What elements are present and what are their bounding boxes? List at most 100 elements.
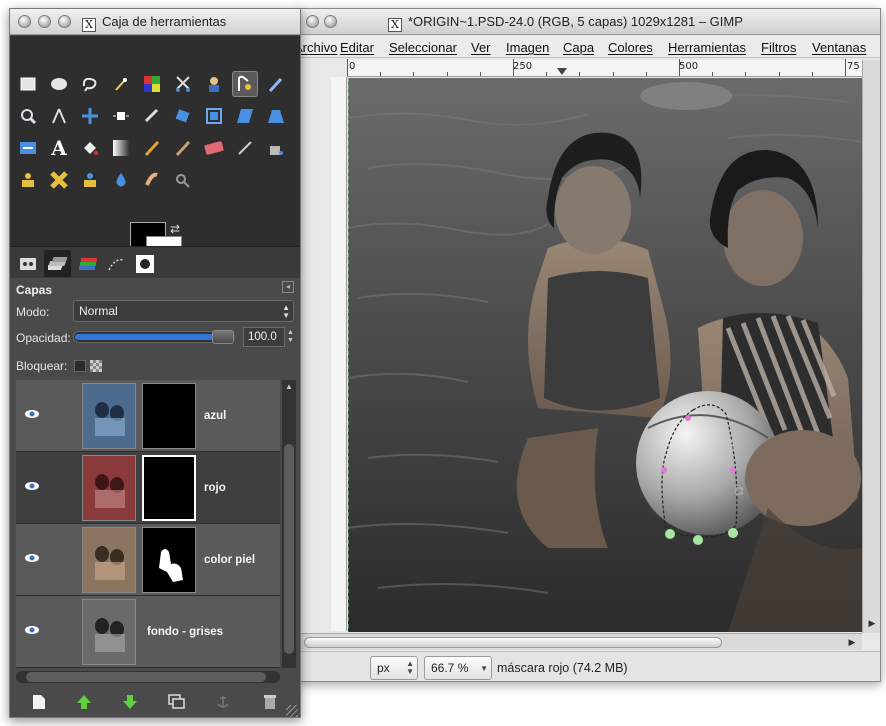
scroll-down-arrow-icon[interactable]: ▶ — [866, 617, 878, 629]
flip-icon[interactable] — [15, 135, 41, 161]
paintbrush-icon[interactable] — [170, 135, 196, 161]
eye-icon[interactable] — [24, 480, 40, 495]
bucket-fill-icon[interactable] — [77, 135, 103, 161]
image-canvas[interactable] — [348, 78, 862, 632]
vertical-scrollbar[interactable]: ▶ — [862, 60, 880, 633]
delete-layer-button[interactable] — [259, 692, 281, 712]
scale-icon[interactable] — [201, 103, 227, 129]
move-icon[interactable] — [77, 103, 103, 129]
clone-icon[interactable] — [15, 167, 41, 193]
horizontal-scroll-thumb[interactable] — [304, 637, 722, 648]
lower-layer-button[interactable] — [119, 692, 141, 712]
fuzzy-select-icon[interactable] — [108, 71, 134, 97]
opacity-value-field[interactable]: 100.0 — [243, 327, 285, 347]
blur-icon[interactable] — [108, 167, 134, 193]
layer-row-fondo-grises[interactable]: fondo - grises — [16, 596, 280, 668]
layer-name[interactable]: azul — [204, 410, 226, 422]
close-window-button[interactable] — [18, 15, 31, 28]
mode-select[interactable]: Normal ▲ ▼ — [73, 300, 294, 322]
layer-name[interactable]: rojo — [204, 482, 226, 494]
horizontal-scrollbar[interactable]: ▶ — [298, 633, 862, 650]
color-picker-icon[interactable] — [263, 71, 289, 97]
eye-icon[interactable] — [24, 624, 40, 639]
menu-filtros[interactable]: Filtros — [761, 40, 796, 55]
layer-thumbnail-color-piel[interactable] — [82, 527, 136, 593]
shear-icon[interactable] — [232, 103, 258, 129]
heal-icon[interactable] — [46, 167, 72, 193]
swap-colors-icon[interactable]: ⇄ — [170, 222, 180, 236]
paths-icon[interactable] — [232, 71, 258, 97]
eye-icon[interactable] — [24, 552, 40, 567]
vertical-ruler[interactable] — [331, 77, 347, 631]
menu-imagen[interactable]: Imagen — [506, 40, 549, 55]
layer-list-hscroll-thumb[interactable] — [26, 672, 266, 682]
lock-pixels-checkbox[interactable] — [74, 360, 86, 372]
rect-select-icon[interactable] — [15, 71, 41, 97]
foreground-select-icon[interactable] — [201, 71, 227, 97]
duplicate-layer-button[interactable] — [166, 692, 188, 712]
layer-list[interactable]: azul rojo color piel fondo - grises — [16, 380, 280, 668]
menu-archivo[interactable]: Archivo — [298, 40, 337, 55]
image-window-titlebar[interactable]: X *ORIGIN~1.PSD-24.0 (RGB, 5 capas) 1029x… — [298, 9, 880, 35]
menu-colores[interactable]: Colores — [608, 40, 653, 55]
opacity-slider[interactable] — [73, 330, 235, 344]
menu-editar[interactable]: Editar — [340, 40, 374, 55]
pencil-icon[interactable] — [139, 135, 165, 161]
spin-arrows-icon[interactable]: ▲ ▼ — [287, 329, 294, 345]
eye-icon[interactable] — [24, 408, 40, 423]
opacity-slider-handle[interactable] — [212, 330, 234, 344]
minimize-window-button[interactable] — [38, 15, 51, 28]
align-icon[interactable] — [108, 103, 134, 129]
layer-name[interactable]: fondo - grises — [147, 626, 223, 638]
ink-icon[interactable] — [263, 135, 289, 161]
raise-layer-button[interactable] — [73, 692, 95, 712]
layer-mask-color-piel[interactable] — [142, 527, 196, 593]
tab-channels[interactable] — [73, 250, 100, 277]
perspective-clone-icon[interactable] — [77, 167, 103, 193]
layer-mask-rojo[interactable] — [142, 455, 196, 521]
layer-thumbnail-rojo[interactable] — [82, 455, 136, 521]
layer-thumbnail-fondo-grises[interactable] — [82, 599, 136, 665]
free-select-icon[interactable] — [77, 71, 103, 97]
airbrush-icon[interactable] — [232, 135, 258, 161]
eraser-icon[interactable] — [201, 135, 227, 161]
dodge-burn-icon[interactable] — [170, 167, 196, 193]
layer-name[interactable]: color piel — [204, 554, 255, 566]
minimize-window-button[interactable] — [324, 15, 337, 28]
measure-icon[interactable] — [46, 103, 72, 129]
menu-ver[interactable]: Ver — [471, 40, 491, 55]
layer-thumbnail-azul[interactable] — [82, 383, 136, 449]
layer-row-rojo[interactable]: rojo — [16, 452, 280, 524]
zoom-window-button[interactable] — [58, 15, 71, 28]
anchor-layer-button[interactable] — [212, 692, 234, 712]
layer-mask-azul[interactable] — [142, 383, 196, 449]
horizontal-ruler[interactable]: 0 250 500 75 — [347, 59, 863, 77]
new-layer-button[interactable] — [28, 692, 50, 712]
tab-paths[interactable] — [102, 250, 129, 277]
menu-ventanas[interactable]: Ventanas — [812, 40, 866, 55]
unit-select[interactable]: px ▲ ▼ — [370, 656, 418, 680]
zoom-select[interactable]: 66.7 % ▼ — [424, 656, 492, 680]
rotate-icon[interactable] — [170, 103, 196, 129]
layer-list-scrollbar[interactable]: ▲ — [282, 380, 296, 668]
resize-grip-icon[interactable] — [286, 705, 298, 717]
smudge-icon[interactable] — [139, 167, 165, 193]
perspective-icon[interactable] — [263, 103, 289, 129]
tab-tool-options[interactable] — [14, 250, 41, 277]
layer-row-azul[interactable]: azul — [16, 380, 280, 452]
ellipse-select-icon[interactable] — [46, 71, 72, 97]
zoom-icon[interactable] — [15, 103, 41, 129]
blend-icon[interactable] — [108, 135, 134, 161]
panel-menu-icon[interactable]: ◂ — [282, 281, 294, 293]
layer-list-hscrollbar[interactable] — [16, 671, 280, 683]
layer-list-scroll-thumb[interactable] — [284, 444, 294, 654]
close-window-button[interactable] — [306, 15, 319, 28]
tab-layers[interactable] — [44, 250, 71, 277]
toolbox-titlebar[interactable]: X Caja de herramientas — [10, 9, 300, 35]
crop-icon[interactable] — [139, 103, 165, 129]
lock-alpha-icon[interactable] — [90, 360, 102, 372]
scroll-up-arrow-icon[interactable]: ▲ — [285, 382, 293, 391]
scroll-right-arrow-icon[interactable]: ▶ — [846, 636, 858, 648]
scissors-select-icon[interactable] — [170, 71, 196, 97]
menu-seleccionar[interactable]: Seleccionar — [389, 40, 457, 55]
